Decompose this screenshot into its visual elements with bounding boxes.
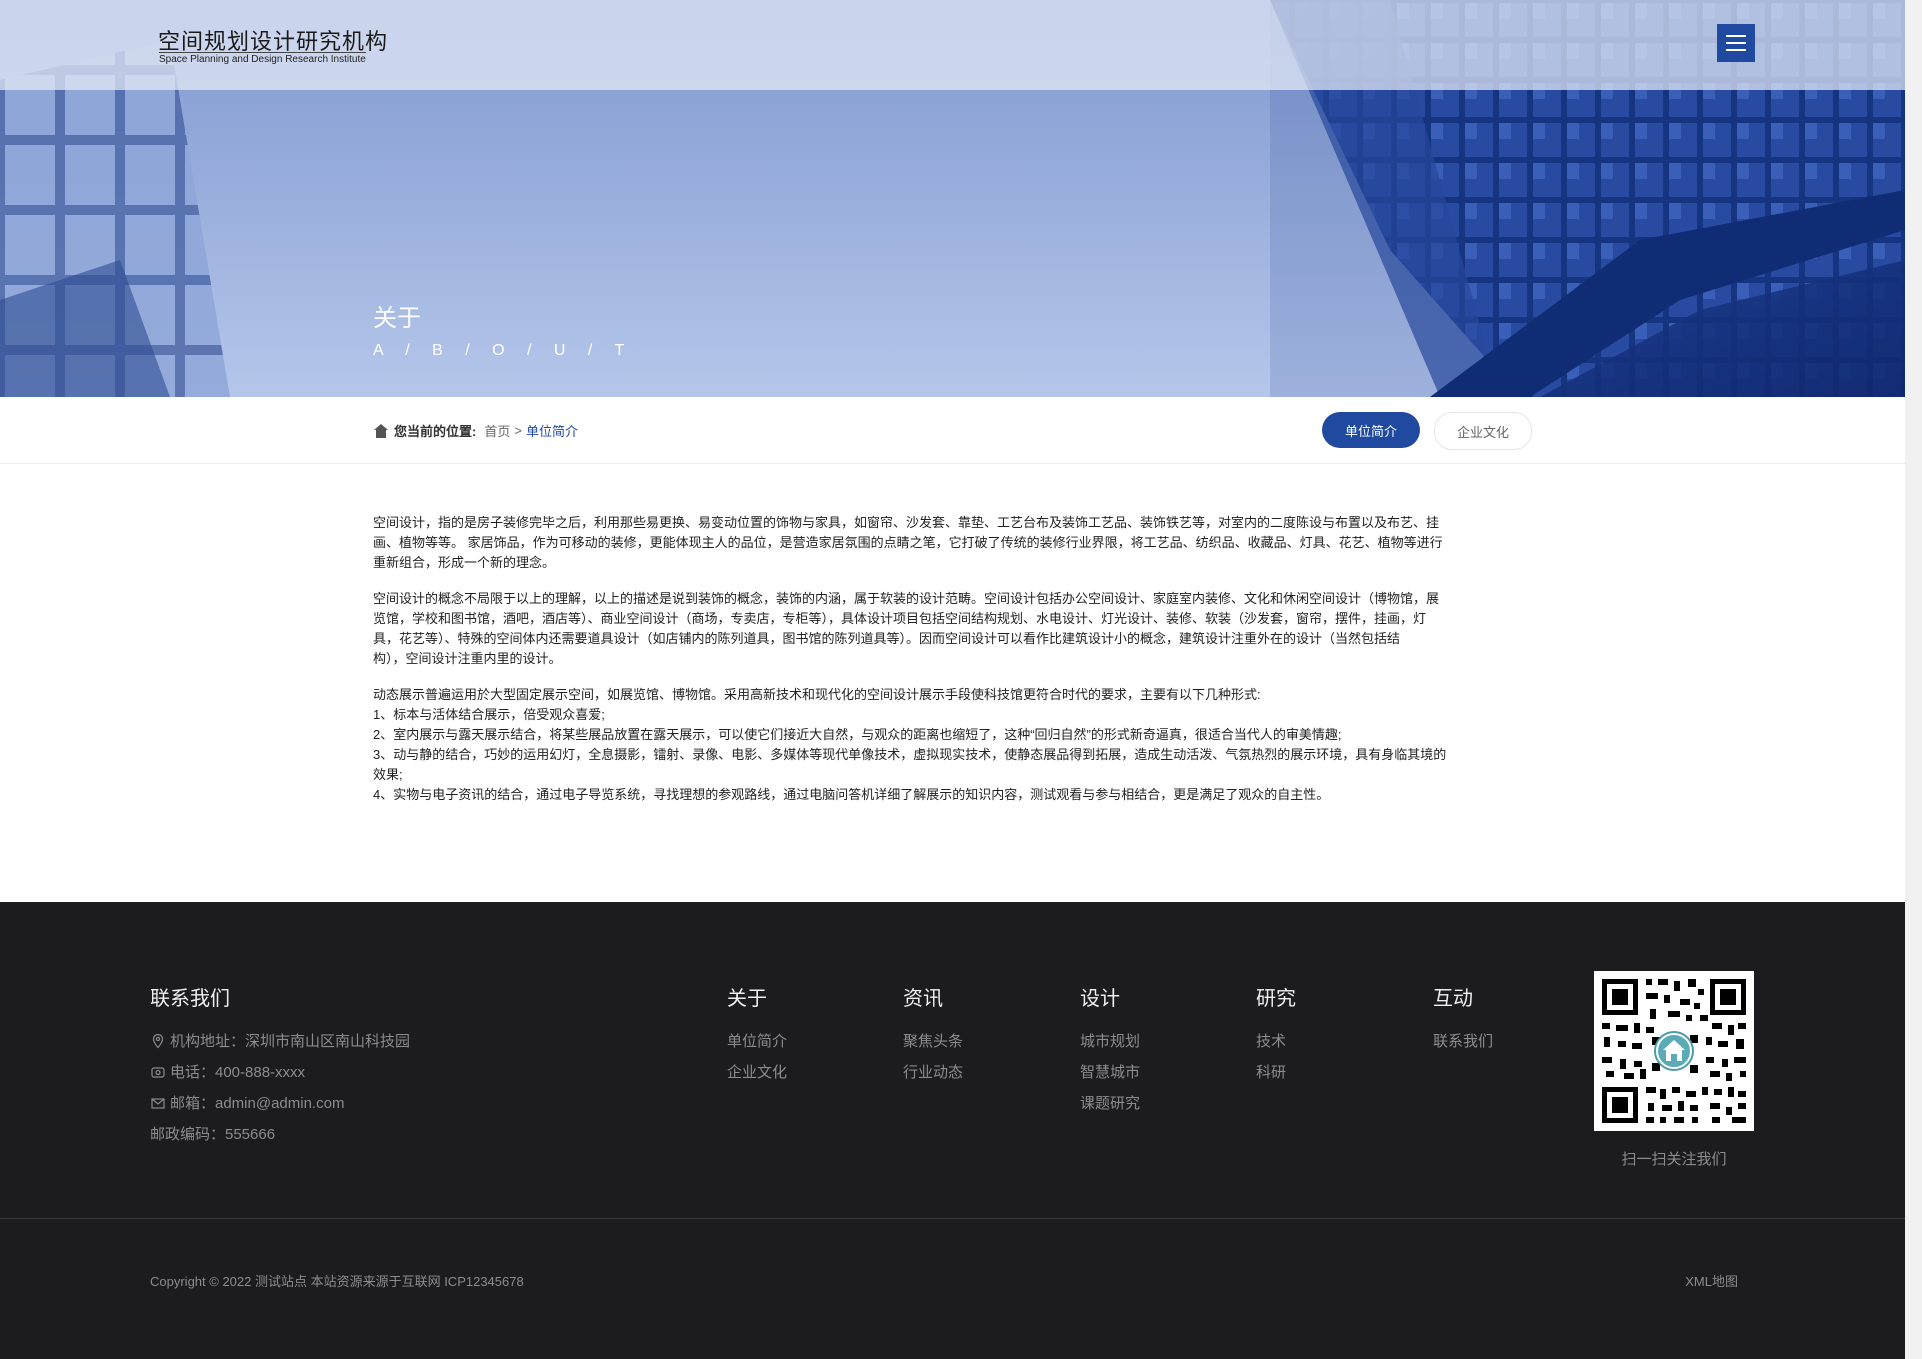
footer-phone-text: 电话：400-888-xxxx: [170, 1064, 306, 1081]
text-line: 构），空间设计注重内里的设计。: [373, 651, 562, 666]
header-bar: 空间规划设计研究机构 Space Planning and Design Res…: [0, 0, 1905, 90]
text-line: 动态展示普遍运用於大型固定展示空间，如展览馆、博物馆。采用高新技术和现代化的空间…: [373, 687, 1261, 702]
article-content: 空间设计，指的是房子装修完毕之后，利用那些易更换、易变动位置的饰物与家具，如窗帘…: [373, 513, 1530, 821]
breadcrumb-current-link[interactable]: 单位简介: [526, 421, 578, 440]
location-icon: [152, 1033, 164, 1048]
footer-divider: [0, 1218, 1905, 1219]
text-line: 画、植物等等。 家居饰品，作为可移动的装修，更能体现主人的品位，是营造家居氛围的…: [373, 535, 1443, 550]
footer-postcode: 邮政编码：555666: [150, 1126, 276, 1143]
text-line: 效果;: [373, 767, 403, 782]
article-paragraph: 动态展示普遍运用於大型固定展示空间，如展览馆、博物馆。采用高新技术和现代化的空间…: [373, 685, 1530, 805]
subpage-tabs: 单位简介 企业文化: [1322, 412, 1532, 450]
text-line: 1、标本与活体结合展示，倍受观众喜爱;: [373, 707, 605, 722]
text-line: 具，花艺等）、特殊的空间体内还需要道具设计（如店铺内的陈列道具，图书馆的陈列道具…: [373, 631, 1401, 646]
logo-subtitle: Space Planning and Design Research Insti…: [159, 52, 366, 65]
footer-phone: 电话：400-888-xxxx: [150, 1061, 305, 1082]
qr-caption: 扫一扫关注我们: [1621, 1151, 1727, 1168]
breadcrumb-separator: >: [514, 423, 522, 438]
copyright-text: Copyright © 2022 测试站点 本站资源来源于互联网 ICP1234…: [150, 1274, 524, 1289]
breadcrumb-home-link[interactable]: 首页: [484, 421, 510, 440]
breadcrumb: 您当前的位置: 首页 > 单位简介: [373, 421, 578, 440]
article-paragraph: 空间设计的概念不局限于以上的理解，以上的描述是说到装饰的概念，装饰的内涵，属于软…: [373, 589, 1530, 669]
text-line: 空间设计，指的是房子装修完毕之后，利用那些易更换、易变动位置的饰物与家具，如窗帘…: [373, 515, 1440, 530]
page: 空间规划设计研究机构 Space Planning and Design Res…: [0, 0, 1905, 1359]
tab-corporate-culture[interactable]: 企业文化: [1434, 412, 1532, 450]
footer-col-news-title[interactable]: 资讯: [903, 982, 943, 1011]
footer-link-urban-planning[interactable]: 城市规划: [1080, 1030, 1140, 1051]
article-paragraph: 空间设计，指的是房子装修完毕之后，利用那些易更换、易变动位置的饰物与家具，如窗帘…: [373, 513, 1530, 573]
hamburger-menu-button[interactable]: [1717, 24, 1755, 62]
breadcrumb-label: 您当前的位置:: [394, 424, 477, 439]
footer-address: 机构地址：深圳市南山区南山科技园: [150, 1030, 410, 1051]
text-line: 2、室内展示与露天展示结合，将某些展品放置在露天展示，可以使它们接近大自然，与观…: [373, 727, 1342, 742]
qr-code: [1594, 971, 1754, 1131]
text-line: 览馆，学校和图书馆，酒吧，酒店等）、商业空间设计（商场，专卖店，专柜等），具体设…: [373, 611, 1427, 626]
hamburger-menu-icon-bar: [1726, 49, 1746, 51]
phone-icon: [151, 1066, 165, 1078]
tab-company-intro[interactable]: 单位简介: [1322, 412, 1420, 448]
text-line: 重新组合，形成一个新的理念。: [373, 555, 556, 570]
breadcrumb-bar: 您当前的位置: 首页 > 单位简介 单位简介 企业文化: [0, 397, 1905, 464]
footer-link-contact-us[interactable]: 联系我们: [1433, 1030, 1493, 1051]
text-line: 4、实物与电子资讯的结合，通过电子导览系统，寻找理想的参观路线，通过电脑问答机详…: [373, 787, 1330, 802]
footer-col-about-title[interactable]: 关于: [727, 982, 767, 1011]
footer-link-smart-city[interactable]: 智慧城市: [1080, 1061, 1140, 1082]
vertical-scrollbar[interactable]: [1905, 0, 1922, 1359]
footer-link-research-topics[interactable]: 课题研究: [1080, 1092, 1140, 1113]
hero-subtitle: A / B / O / U / T: [373, 342, 634, 359]
footer-email: 邮箱：admin@admin.com: [150, 1092, 344, 1113]
footer-col-interaction-title[interactable]: 互动: [1433, 982, 1473, 1011]
hero-title: 关于: [373, 305, 421, 332]
footer-col-research-title[interactable]: 研究: [1256, 982, 1296, 1011]
footer-contact-title: 联系我们: [150, 988, 230, 1010]
footer-link-scientific-research[interactable]: 科研: [1256, 1061, 1286, 1082]
hamburger-menu-icon-bar: [1726, 42, 1746, 44]
footer-email-text: 邮箱：admin@admin.com: [170, 1095, 345, 1112]
text-line: 3、动与静的结合，巧妙的运用幻灯，全息摄影，镭射、录像、电影、多媒体等现代单像技…: [373, 747, 1447, 762]
qr-code-image: [1594, 971, 1754, 1131]
home-icon: [374, 423, 388, 438]
footer-link-technology[interactable]: 技术: [1256, 1030, 1286, 1051]
xml-sitemap-link[interactable]: XML地图: [1685, 1271, 1738, 1290]
hero-banner: 空间规划设计研究机构 Space Planning and Design Res…: [0, 0, 1905, 397]
footer-link-company-intro[interactable]: 单位简介: [727, 1030, 787, 1051]
footer-link-corporate-culture[interactable]: 企业文化: [727, 1061, 787, 1082]
footer-col-design-title[interactable]: 设计: [1080, 982, 1120, 1011]
mail-icon: [151, 1097, 165, 1109]
text-line: 空间设计的概念不局限于以上的理解，以上的描述是说到装饰的概念，装饰的内涵，属于软…: [373, 591, 1440, 606]
footer-link-headlines[interactable]: 聚焦头条: [903, 1030, 963, 1051]
footer-link-industry-news[interactable]: 行业动态: [903, 1061, 963, 1082]
hamburger-menu-icon: [1726, 35, 1746, 37]
footer-address-text: 机构地址：深圳市南山区南山科技园: [170, 1033, 411, 1050]
